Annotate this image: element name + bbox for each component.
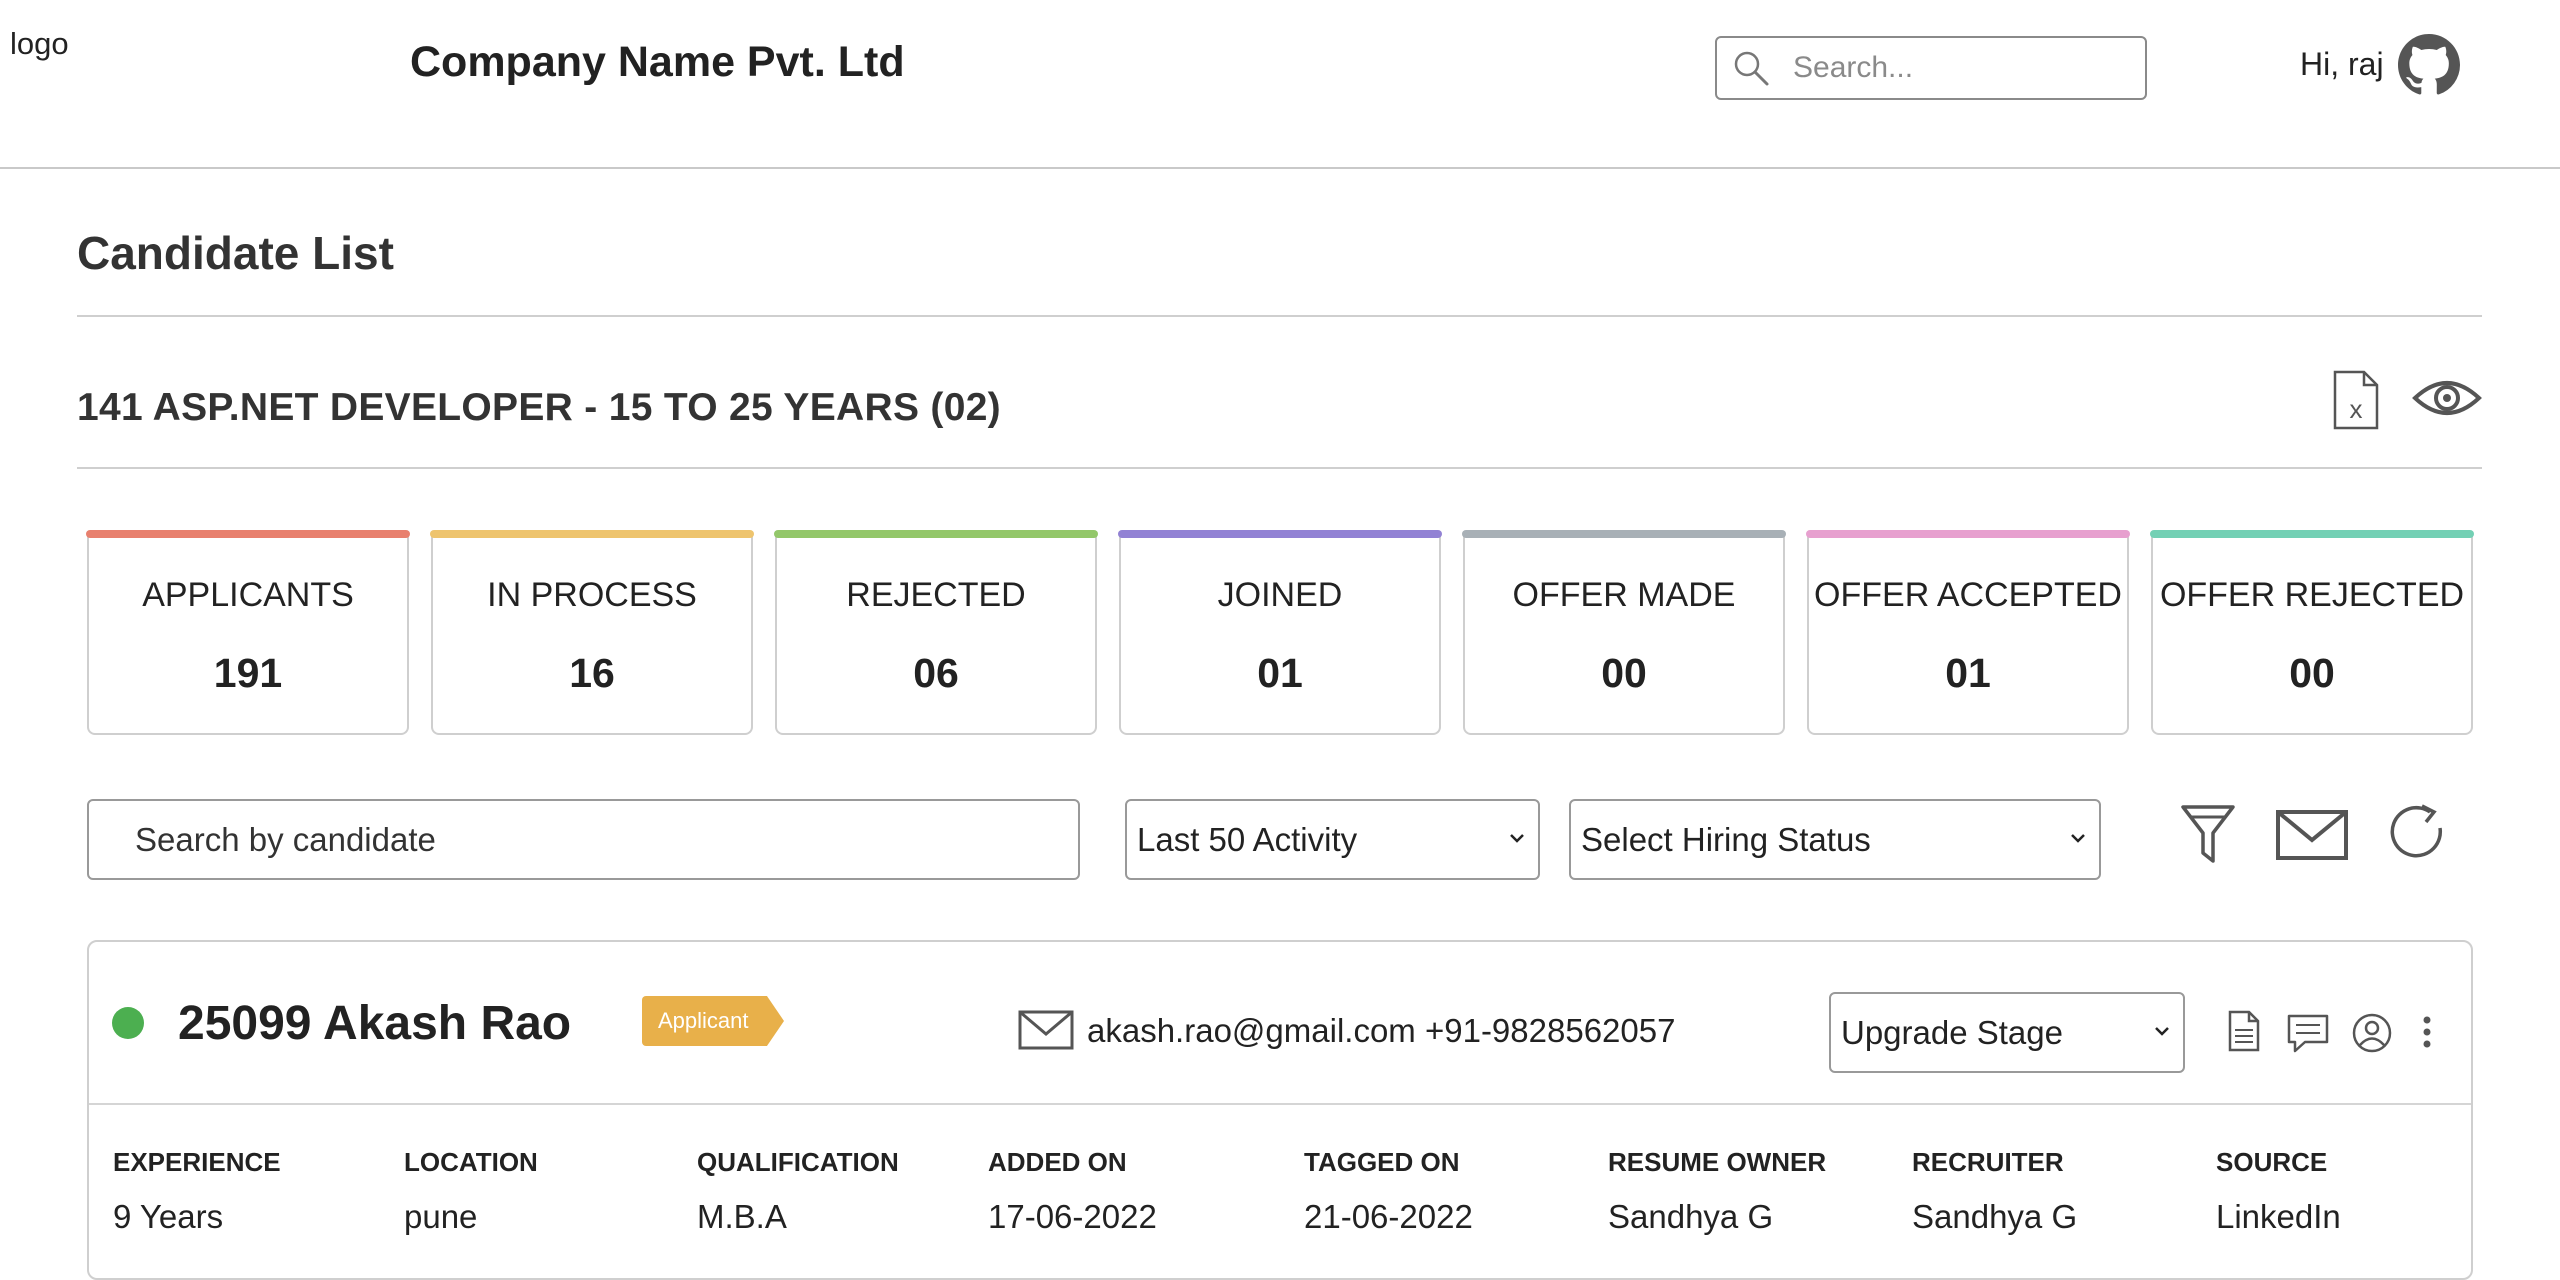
company-name: Company Name Pvt. Ltd <box>410 38 905 86</box>
stat-color-bar <box>1462 530 1786 538</box>
stat-color-bar <box>1806 530 2130 538</box>
refresh-icon[interactable] <box>2384 800 2450 866</box>
stat-label: OFFER MADE <box>1512 576 1736 614</box>
stat-value: 01 <box>1257 650 1303 696</box>
stat-card-offer-accepted[interactable]: OFFER ACCEPTED 01 <box>1806 530 2130 735</box>
stat-value: 00 <box>2289 650 2335 696</box>
eye-icon[interactable] <box>2412 374 2482 422</box>
col-value-source: LinkedIn <box>2216 1198 2341 1235</box>
filter-icon[interactable] <box>2180 803 2236 867</box>
activity-select-value: Last 50 Activity <box>1137 820 1358 858</box>
stat-card-offer-rejected[interactable]: OFFER REJECTED 00 <box>2150 530 2474 735</box>
candidate-name[interactable]: 25099 Akash Rao <box>178 996 571 1051</box>
hiring-status-select[interactable]: Select Hiring Status <box>1569 799 2101 880</box>
stat-card-applicants[interactable]: APPLICANTS 191 <box>86 530 410 735</box>
col-value-experience: 9 Years <box>113 1198 224 1235</box>
col-value-location: pune <box>404 1198 478 1235</box>
col-value-qualification: M.B.A <box>697 1198 787 1235</box>
global-search[interactable] <box>1715 36 2147 100</box>
stat-label: OFFER ACCEPTED <box>1814 576 2122 614</box>
stat-color-bar <box>2150 530 2474 538</box>
comment-icon[interactable] <box>2287 1014 2329 1054</box>
stat-label: OFFER REJECTED <box>2159 576 2465 614</box>
job-divider <box>77 467 2482 469</box>
activity-select[interactable]: Last 50 Activity <box>1125 799 1540 880</box>
col-value-added-on: 17-06-2022 <box>988 1198 1157 1235</box>
col-header-added-on: ADDED ON <box>988 1147 1127 1177</box>
user-greeting: Hi, raj <box>2300 46 2384 82</box>
candidate-search-input[interactable] <box>87 799 1080 880</box>
excel-export-icon[interactable]: x <box>2332 370 2380 430</box>
stat-value: 06 <box>913 650 959 696</box>
stat-value: 16 <box>569 650 615 696</box>
stat-label: APPLICANTS <box>142 576 354 614</box>
page-title: Candidate List <box>77 227 394 279</box>
stat-color-bar <box>774 530 1098 538</box>
col-header-source: SOURCE <box>2216 1147 2328 1177</box>
upgrade-stage-value: Upgrade Stage <box>1841 1013 2063 1051</box>
search-input[interactable] <box>1791 50 2125 86</box>
col-value-tagged-on: 21-06-2022 <box>1304 1198 1473 1235</box>
document-icon[interactable] <box>2228 1010 2260 1052</box>
stat-card-offer-made[interactable]: OFFER MADE 00 <box>1462 530 1786 735</box>
stat-value: 00 <box>1601 650 1647 696</box>
header-divider <box>0 167 2560 169</box>
col-value-resume-owner: Sandhya G <box>1608 1198 1774 1235</box>
job-title: 141 ASP.NET DEVELOPER - 15 TO 25 YEARS (… <box>77 386 1001 429</box>
stat-color-bar <box>1118 530 1442 538</box>
col-value-recruiter: Sandhya G <box>1912 1198 2078 1235</box>
col-header-qualification: QUALIFICATION <box>697 1147 899 1177</box>
col-header-tagged-on: TAGGED ON <box>1304 1147 1460 1177</box>
logo: logo <box>10 26 69 61</box>
user-circle-icon[interactable] <box>2351 1012 2393 1054</box>
mail-icon[interactable] <box>2276 810 2348 860</box>
stat-value: 01 <box>1945 650 1991 696</box>
candidate-contact: akash.rao@gmail.com +91-9828562057 <box>1087 1012 1676 1049</box>
stat-color-bar <box>430 530 754 538</box>
stat-label: JOINED <box>1217 576 1343 614</box>
title-divider <box>77 315 2482 317</box>
search-icon <box>1734 51 1769 86</box>
stage-badge: Applicant <box>642 996 784 1046</box>
col-header-location: LOCATION <box>404 1147 538 1177</box>
card-divider <box>89 1103 2471 1105</box>
email-icon <box>1018 1010 1074 1050</box>
hiring-status-select-value: Select Hiring Status <box>1581 820 1871 858</box>
stat-card-rejected[interactable]: REJECTED 06 <box>774 530 1098 735</box>
stat-label: REJECTED <box>846 576 1026 614</box>
status-dot <box>112 1007 144 1039</box>
stat-color-bar <box>86 530 410 538</box>
stat-value: 191 <box>213 650 283 696</box>
stat-card-in-process[interactable]: IN PROCESS 16 <box>430 530 754 735</box>
upgrade-stage-select[interactable]: Upgrade Stage <box>1829 992 2185 1073</box>
svg-text:x: x <box>2350 394 2363 424</box>
github-icon[interactable] <box>2398 34 2460 96</box>
col-header-resume-owner: RESUME OWNER <box>1608 1147 1827 1177</box>
stat-card-joined[interactable]: JOINED 01 <box>1118 530 1442 735</box>
chevron-down-icon <box>2155 1027 2169 1036</box>
col-header-experience: EXPERIENCE <box>113 1147 281 1177</box>
col-header-recruiter: RECRUITER <box>1912 1147 2064 1177</box>
stat-label: IN PROCESS <box>487 576 697 614</box>
chevron-down-icon <box>2071 834 2085 843</box>
chevron-down-icon <box>1510 834 1524 843</box>
more-vertical-icon[interactable] <box>2420 1014 2434 1050</box>
